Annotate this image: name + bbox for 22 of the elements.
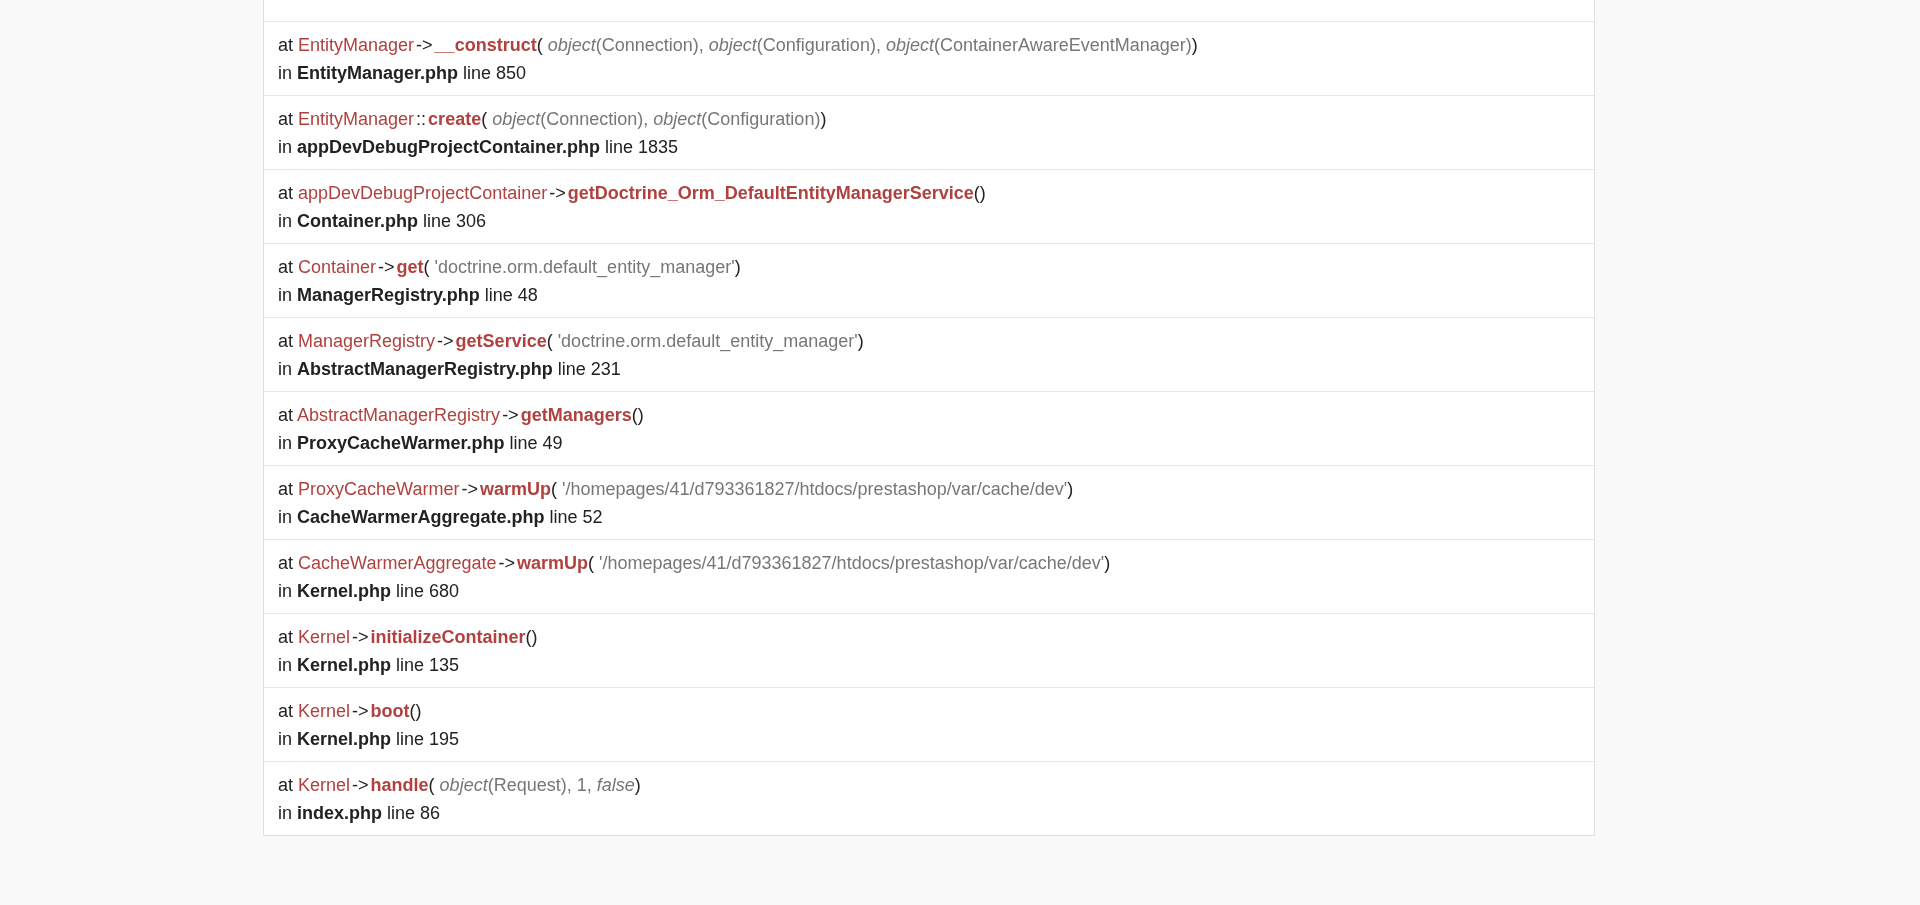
call-line: at Kernel->handle( object(Request), 1, false) <box>278 773 642 796</box>
file-location: in Container.php line 306 <box>278 209 488 232</box>
call-line: at AbstractManagerRegistry->getManagers() <box>278 403 645 426</box>
call-line: at CacheWarmerAggregate->warmUp( '/homepages/41/d793361827/htdocs/prestashop/var/cache/dev') <box>278 551 1112 574</box>
call-line: at Kernel->boot() <box>278 699 423 722</box>
file-location: in EntityManager.php line 850 <box>278 61 528 84</box>
file-location: in ProxyCacheWarmer.php line 49 <box>278 431 564 454</box>
call-line: at EntityManager->__construct( object(Connection), object(Configuration), object(ContainerAwareEventManager)) <box>278 33 1199 56</box>
file-location: in ManagerRegistry.php line 48 <box>278 283 539 306</box>
call-line: at Kernel->initializeContainer() <box>278 625 539 648</box>
file-location: in Kernel.php line 195 <box>278 727 461 750</box>
file-location: in index.php line 86 <box>278 801 442 824</box>
file-location: in AbstractManagerRegistry.php line 231 <box>278 357 622 380</box>
call-line: at appDevDebugProjectContainer->getDoctrine_Orm_DefaultEntityManagerService() <box>278 181 987 204</box>
call-line: at ManagerRegistry->getService( 'doctrine.orm.default_entity_manager') <box>278 329 865 352</box>
call-line: at EntityManager::create( object(Connection), object(Configuration)) <box>278 107 828 130</box>
call-line: at Container->get( 'doctrine.orm.default_entity_manager') <box>278 255 742 278</box>
file-location: in CacheWarmerAggregate.php line 52 <box>278 505 604 528</box>
file-location: in appDevDebugProjectContainer.php line 1835 <box>278 135 680 158</box>
call-line: at ProxyCacheWarmer->warmUp( '/homepages/41/d793361827/htdocs/prestashop/var/cache/dev') <box>278 477 1075 500</box>
file-location: in Kernel.php line 680 <box>278 579 461 602</box>
file-location: in Kernel.php line 135 <box>278 653 461 676</box>
